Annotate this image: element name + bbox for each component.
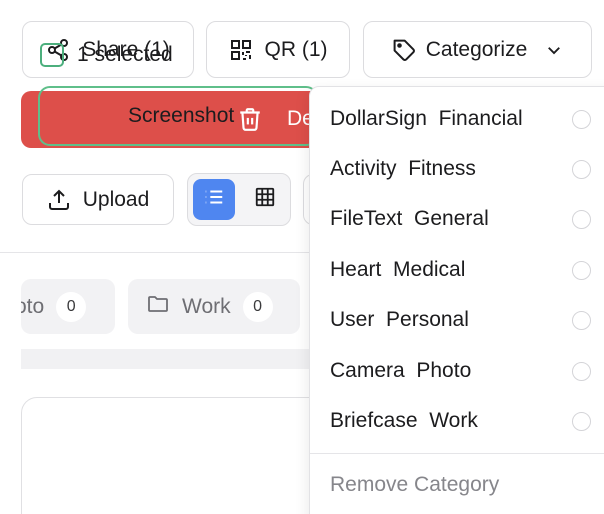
menu-item-icon-name: Briefcase bbox=[330, 409, 418, 432]
filter-chip-count: 0 bbox=[242, 291, 273, 322]
list-icon bbox=[203, 186, 225, 213]
menu-item-icon-name: Activity bbox=[330, 157, 397, 180]
upload-button[interactable]: Upload bbox=[22, 174, 174, 225]
remove-category-item[interactable]: Remove Category bbox=[330, 473, 499, 497]
filter-chip-count: 0 bbox=[56, 291, 87, 322]
menu-item-icon-name: Camera bbox=[330, 359, 405, 382]
menu-item-label: Financial bbox=[438, 107, 523, 130]
radio-button[interactable] bbox=[572, 361, 591, 381]
radio-button[interactable] bbox=[572, 209, 591, 229]
file-list-card bbox=[21, 397, 341, 514]
menu-item-label: Fitness bbox=[408, 157, 476, 180]
list-view-button[interactable] bbox=[193, 179, 235, 220]
menu-item-label: Photo bbox=[416, 359, 472, 382]
categorize-button[interactable]: Categorize bbox=[363, 21, 592, 78]
radio-button[interactable] bbox=[572, 411, 591, 431]
menu-item-label: Personal bbox=[386, 308, 469, 331]
grid-icon bbox=[254, 186, 276, 213]
view-toggle bbox=[187, 173, 291, 226]
radio-button[interactable] bbox=[572, 159, 591, 179]
menu-item-photo[interactable]: Camera Photo bbox=[310, 348, 604, 394]
radio-button[interactable] bbox=[572, 260, 591, 280]
filter-chip-label: oto bbox=[21, 294, 45, 318]
chevron-down-icon bbox=[545, 41, 563, 59]
category-dropdown-menu: DollarSign Financial Activity Fitness Fi… bbox=[309, 86, 604, 514]
menu-item-label: Work bbox=[429, 409, 478, 432]
selection-count: 1 selected bbox=[77, 43, 173, 66]
folder-icon bbox=[146, 292, 170, 322]
filter-chip-label: Work bbox=[182, 294, 231, 318]
menu-item-label: General bbox=[414, 207, 489, 230]
menu-divider bbox=[310, 453, 604, 454]
tag-icon bbox=[392, 38, 416, 62]
menu-item-icon-name: Heart bbox=[330, 258, 382, 281]
menu-item-icon-name: User bbox=[330, 308, 375, 331]
menu-item-personal[interactable]: User Personal bbox=[310, 297, 604, 343]
select-all-checkbox[interactable] bbox=[40, 43, 64, 67]
grid-view-button[interactable] bbox=[245, 179, 285, 220]
categorize-label: Categorize bbox=[425, 37, 528, 61]
horizontal-scrollbar[interactable] bbox=[21, 349, 321, 369]
menu-item-icon-name: DollarSign bbox=[330, 107, 427, 130]
upload-label: Upload bbox=[82, 187, 150, 211]
upload-icon bbox=[47, 188, 71, 212]
file-name: Screenshot bbox=[128, 104, 235, 127]
radio-button[interactable] bbox=[572, 109, 591, 129]
menu-item-work[interactable]: Briefcase Work bbox=[310, 398, 604, 444]
radio-button[interactable] bbox=[572, 310, 591, 330]
menu-item-label: Medical bbox=[393, 258, 466, 281]
menu-item-icon-name: FileText bbox=[330, 207, 403, 230]
filter-chip-work[interactable]: Work 0 bbox=[128, 279, 300, 334]
menu-item-financial[interactable]: DollarSign Financial bbox=[310, 96, 604, 142]
menu-item-medical[interactable]: Heart Medical bbox=[310, 247, 604, 293]
qr-code-icon bbox=[229, 38, 253, 62]
menu-item-fitness[interactable]: Activity Fitness bbox=[310, 146, 604, 192]
qr-button[interactable]: QR (1) bbox=[206, 21, 350, 78]
qr-label: QR (1) bbox=[264, 37, 328, 61]
menu-item-general[interactable]: FileText General bbox=[310, 196, 604, 242]
filter-chip-photo[interactable]: oto 0 bbox=[21, 279, 115, 334]
